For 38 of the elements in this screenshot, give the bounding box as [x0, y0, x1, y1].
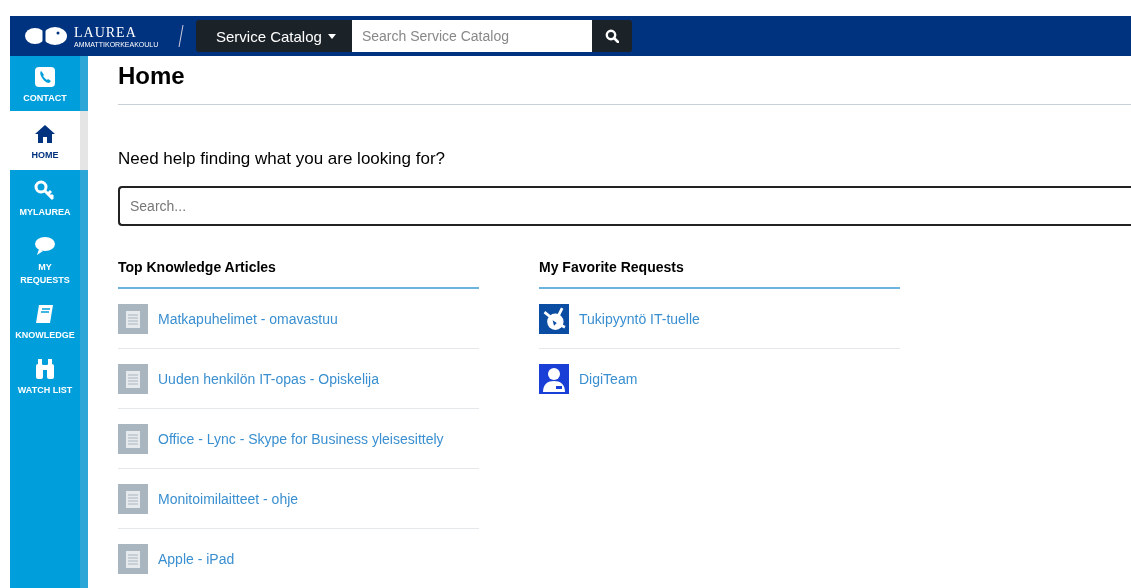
sidebar-item[interactable]: KNOWLEDGE	[10, 293, 80, 348]
sidebar-item[interactable]: WATCH LIST	[10, 348, 80, 403]
request-link[interactable]: Tukipyyntö IT-tuelle	[579, 310, 700, 327]
article-link[interactable]: Matkapuhelimet - omavastuu	[158, 310, 338, 327]
sidebar-item[interactable]: MY REQUESTS	[10, 225, 80, 293]
search-button[interactable]	[591, 20, 632, 52]
binoculars-icon	[34, 358, 56, 380]
sidebar-item[interactable]: HOME	[10, 111, 88, 170]
search-icon	[604, 29, 619, 43]
page-title: Home	[118, 56, 1131, 105]
help-text: Need help finding what you are looking for?	[118, 149, 446, 169]
article-icon	[118, 483, 148, 514]
search-field[interactable]: Search Service Catalog	[351, 20, 592, 52]
article-icon	[118, 543, 148, 574]
home-icon	[34, 123, 56, 145]
book-icon	[34, 303, 56, 325]
section-heading: My Favorite Requests	[539, 259, 900, 289]
service-catalog-button[interactable]: Service Catalog	[196, 20, 352, 52]
article-icon	[118, 423, 148, 454]
caret-icon	[327, 33, 336, 39]
article-icon	[118, 363, 148, 394]
sidebar-item[interactable]: MYLAUREA	[10, 170, 80, 225]
logo-name: LAUREA	[74, 25, 137, 40]
article-icon	[118, 303, 148, 334]
article-link[interactable]: Monitoimilaitteet - ohje	[158, 490, 299, 507]
sidebar-item[interactable]: CONTACT	[10, 56, 80, 111]
person-icon	[539, 363, 569, 394]
request-link[interactable]: DigiTeam	[579, 370, 638, 387]
logo-icon	[24, 25, 68, 47]
search-field[interactable]: Search...	[118, 186, 1131, 226]
speech-bubble-icon	[34, 235, 56, 257]
section-heading: Top Knowledge Articles	[118, 259, 479, 289]
article-link[interactable]: Uuden henkilön IT-opas - Opiskelija	[158, 370, 379, 387]
key-icon	[34, 180, 56, 202]
article-link[interactable]: Office - Lync - Skype for Business yleisesittely	[158, 430, 444, 447]
divider-icon	[178, 25, 184, 47]
phone-icon	[34, 66, 56, 88]
article-link[interactable]: Apple - iPad	[158, 550, 235, 567]
